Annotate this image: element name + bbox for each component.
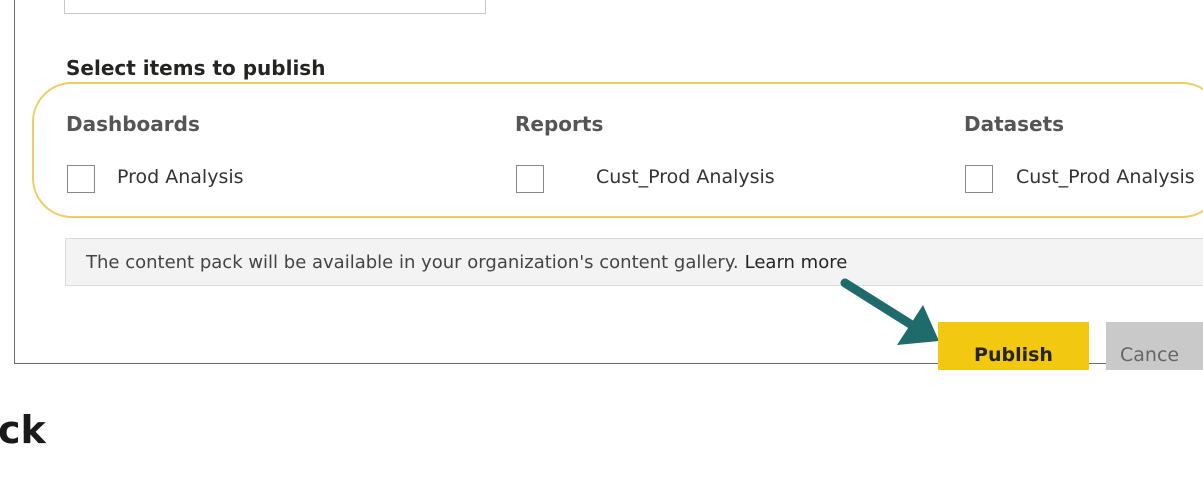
arrow-icon [840, 278, 939, 345]
checkbox-report-item[interactable] [516, 165, 544, 193]
info-message: The content pack will be available in yo… [86, 252, 847, 273]
checkbox-dashboard-item[interactable] [67, 165, 95, 193]
page-heading-fragment: ck [0, 408, 46, 452]
column-header-datasets: Datasets [964, 112, 1065, 136]
top-text-field[interactable] [64, 0, 486, 14]
highlight-annotation [32, 82, 1203, 218]
column-header-reports: Reports [515, 112, 604, 136]
dashboard-item-label: Prod Analysis [117, 166, 244, 188]
section-title: Select items to publish [66, 56, 326, 80]
report-item-label: Cust_Prod Analysis [596, 166, 775, 188]
checkbox-dataset-item[interactable] [965, 165, 993, 193]
column-header-dashboards: Dashboards [66, 112, 200, 136]
page: Select items to publish Dashboards Prod … [0, 0, 1203, 489]
publish-button[interactable]: Publish [938, 322, 1089, 370]
dataset-item-label: Cust_Prod Analysis [1016, 166, 1195, 188]
info-text: The content pack will be available in yo… [86, 252, 739, 273]
cancel-button[interactable]: Cance [1106, 322, 1203, 370]
learn-more-link[interactable]: Learn more [745, 252, 848, 273]
